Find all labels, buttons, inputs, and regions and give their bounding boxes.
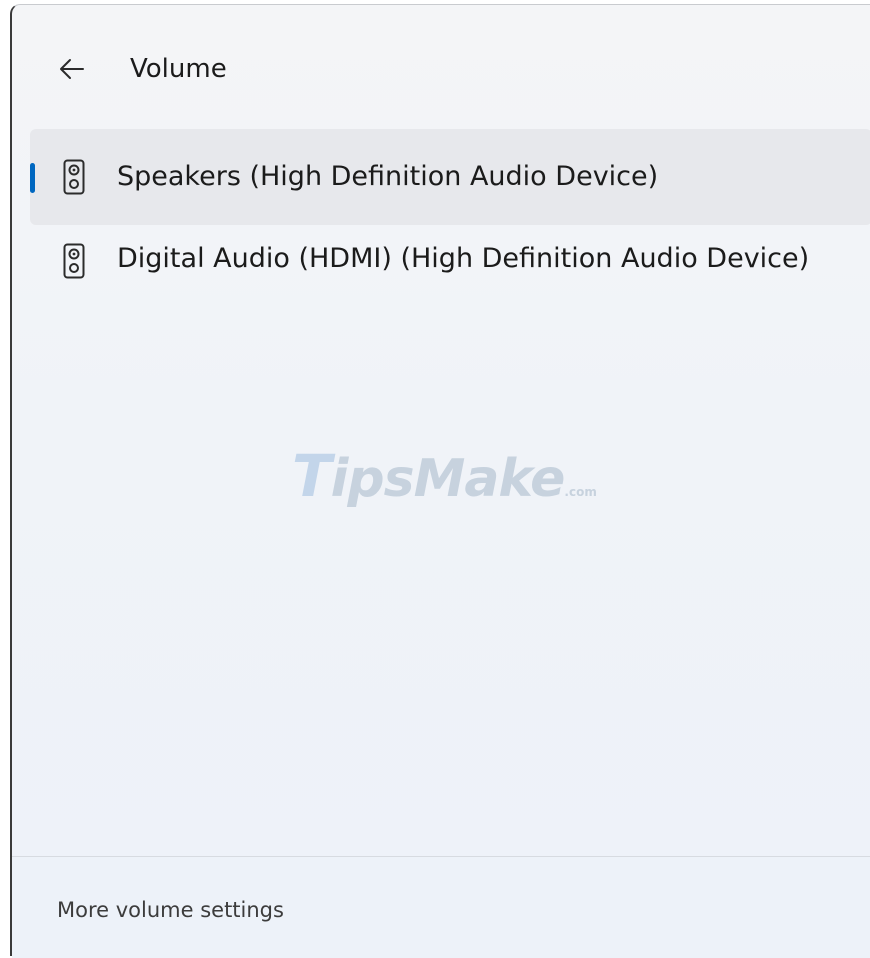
device-item-hdmi[interactable]: Digital Audio (HDMI) (High Definition Au… bbox=[30, 235, 870, 353]
watermark-first-letter: T bbox=[292, 442, 332, 510]
watermark-text: ipsMake bbox=[330, 449, 566, 509]
speaker-icon bbox=[63, 159, 85, 195]
selection-indicator bbox=[30, 163, 35, 193]
device-label: Speakers (High Definition Audio Device) bbox=[117, 161, 659, 192]
more-volume-settings-link[interactable]: More volume settings bbox=[57, 893, 284, 927]
flyout-header: Volume bbox=[12, 5, 870, 123]
arrow-left-icon bbox=[60, 59, 84, 79]
watermark-suffix: .com bbox=[564, 485, 597, 499]
device-label: Digital Audio (HDMI) (High Definition Au… bbox=[117, 243, 810, 274]
volume-flyout: Volume Speakers (High Definition Audio D… bbox=[10, 4, 870, 958]
output-device-list: Speakers (High Definition Audio Device) … bbox=[30, 129, 870, 353]
page-title: Volume bbox=[130, 54, 227, 84]
watermark-logo: TipsMake.com bbox=[292, 441, 597, 527]
device-item-speakers[interactable]: Speakers (High Definition Audio Device) bbox=[30, 129, 870, 225]
flyout-footer: More volume settings bbox=[12, 856, 870, 958]
speaker-icon bbox=[63, 243, 85, 279]
back-button[interactable] bbox=[52, 49, 92, 89]
